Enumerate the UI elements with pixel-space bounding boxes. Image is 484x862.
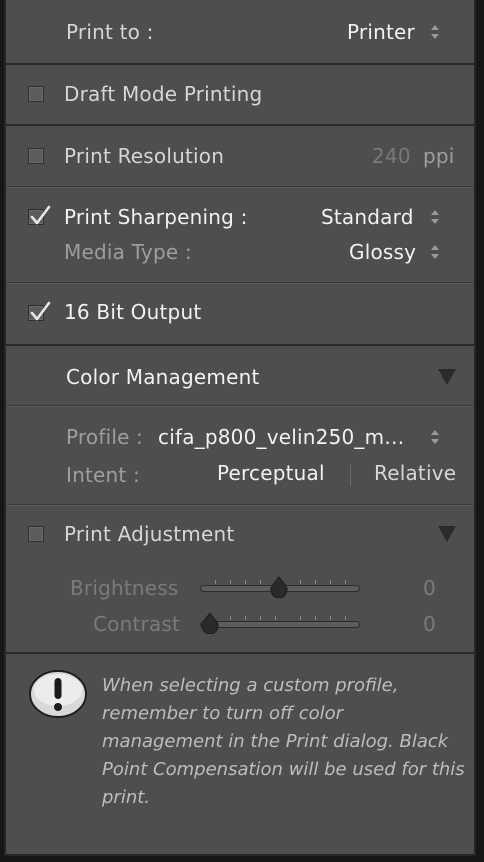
slider-tick bbox=[330, 580, 331, 584]
slider-tick bbox=[300, 580, 301, 584]
separator bbox=[6, 504, 474, 506]
collapse-triangle-icon[interactable] bbox=[438, 526, 456, 542]
media-type-stepper-icon[interactable] bbox=[430, 244, 440, 260]
draft-mode-checkbox[interactable] bbox=[28, 86, 44, 102]
checkmark-icon bbox=[30, 301, 51, 321]
separator bbox=[6, 124, 474, 126]
print-sharpening-label[interactable]: Print Sharpening : bbox=[64, 205, 248, 229]
slider-tick bbox=[330, 616, 331, 620]
print-sharpening-checkbox[interactable] bbox=[28, 205, 51, 225]
media-type-label: Media Type : bbox=[64, 240, 192, 264]
contrast-slider-thumb[interactable] bbox=[200, 612, 220, 634]
slider-tick bbox=[245, 616, 246, 620]
separator bbox=[6, 63, 474, 65]
profile-label: Profile : bbox=[66, 425, 144, 449]
slider-tick bbox=[215, 580, 216, 584]
color-management-title[interactable]: Color Management bbox=[66, 365, 260, 389]
intent-option-relative[interactable]: Relative bbox=[374, 461, 456, 485]
intent-label: Intent : bbox=[66, 463, 140, 487]
separator bbox=[6, 344, 474, 346]
slider-tick bbox=[230, 616, 231, 620]
slider-tick bbox=[230, 580, 231, 584]
slider-tick bbox=[275, 616, 276, 620]
media-type-value[interactable]: Glossy bbox=[349, 240, 416, 264]
slider-tick bbox=[345, 580, 346, 584]
profile-stepper-icon[interactable] bbox=[430, 429, 440, 445]
contrast-slider[interactable] bbox=[200, 621, 360, 628]
contrast-value: 0 bbox=[423, 612, 436, 636]
slider-tick bbox=[245, 580, 246, 584]
print-job-panel: Print to : Printer Draft Mode Printing P… bbox=[4, 0, 476, 856]
profile-value[interactable]: cifa_p800_velin250_m… bbox=[158, 425, 405, 449]
contrast-label: Contrast bbox=[93, 612, 181, 636]
print-to-value[interactable]: Printer bbox=[347, 20, 415, 44]
print-sharpening-value[interactable]: Standard bbox=[321, 205, 414, 229]
print-resolution-value[interactable]: 240 bbox=[372, 144, 411, 168]
intent-option-perceptual[interactable]: Perceptual bbox=[217, 461, 325, 485]
slider-tick bbox=[260, 616, 261, 620]
print-to-label: Print to : bbox=[66, 20, 154, 44]
slider-tick bbox=[315, 580, 316, 584]
separator bbox=[6, 282, 474, 284]
intent-divider bbox=[350, 464, 351, 486]
sharpening-stepper-icon[interactable] bbox=[430, 209, 440, 225]
bit-output-checkbox[interactable] bbox=[28, 301, 51, 321]
print-resolution-checkbox[interactable] bbox=[28, 148, 44, 164]
print-to-stepper-icon[interactable] bbox=[430, 24, 440, 40]
slider-tick bbox=[300, 616, 301, 620]
collapse-triangle-icon[interactable] bbox=[438, 369, 456, 385]
checkmark-icon bbox=[30, 205, 51, 225]
notice-message: When selecting a custom profile, remembe… bbox=[102, 675, 465, 808]
bit-output-label[interactable]: 16 Bit Output bbox=[64, 300, 201, 324]
print-resolution-label[interactable]: Print Resolution bbox=[64, 144, 224, 168]
warning-icon bbox=[29, 670, 87, 718]
slider-tick bbox=[260, 580, 261, 584]
brightness-value: 0 bbox=[423, 576, 436, 600]
separator bbox=[6, 652, 474, 654]
print-adjustment-label[interactable]: Print Adjustment bbox=[64, 522, 234, 546]
print-resolution-unit: ppi bbox=[423, 144, 455, 168]
draft-mode-label[interactable]: Draft Mode Printing bbox=[64, 82, 262, 106]
separator bbox=[6, 405, 474, 407]
slider-tick bbox=[345, 616, 346, 620]
separator bbox=[6, 186, 474, 188]
brightness-slider-thumb[interactable] bbox=[269, 576, 289, 598]
print-adjustment-checkbox[interactable] bbox=[28, 526, 44, 542]
slider-tick bbox=[315, 616, 316, 620]
brightness-label: Brightness bbox=[70, 576, 179, 600]
